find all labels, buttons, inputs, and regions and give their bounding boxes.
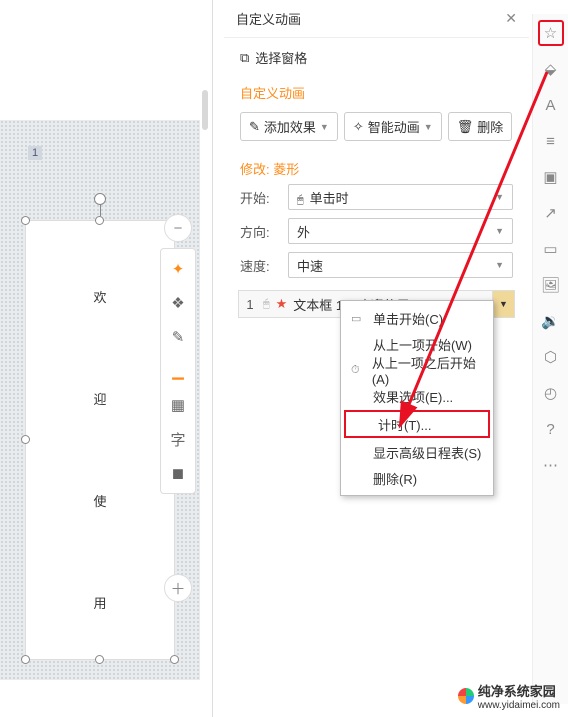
add-effect-button[interactable]: ✎添加效果▼ [240,112,338,141]
context-menu: ▭单击开始(C)从上一项开始(W)⏱从上一项之后开始(A)效果选项(E)...计… [340,300,494,496]
selection-pane-link[interactable]: 选择窗格 [255,48,307,67]
floating-toolbar: ✦ ❖ ✎ ▁ ▦ 字 ◼︎ [160,248,196,494]
watermark-brand: 纯净系统家园 [478,681,560,700]
sliders-icon[interactable]: ≡ [538,128,564,154]
font-icon[interactable]: A [538,92,564,118]
menu-item-label: 显示高级日程表(S) [373,443,481,462]
smart-anim-button[interactable]: ✧智能动画▼ [344,112,442,141]
zoom-in-button[interactable]: ＋ [164,574,192,602]
hex-icon[interactable]: ⬡ [538,344,564,370]
item-dropdown[interactable]: ▼ [492,291,514,317]
direction-select[interactable]: 外▼ [288,218,513,244]
menu-item-label: 删除(R) [373,469,417,488]
delete-button[interactable]: 🗑删除 [448,112,513,141]
slide-number-badge: 1 [28,146,42,160]
star-icon[interactable]: ☆ [538,20,564,46]
start-label: 开始: [240,188,280,207]
clock-icon[interactable]: ◴ [538,380,564,406]
resize-handle[interactable] [21,655,30,664]
start-select[interactable]: 🖱单击时▼ [288,184,513,210]
context-menu-item[interactable]: ⏱从上一项之后开始(A) [341,357,493,383]
image-stack-icon[interactable]: ▣ [538,164,564,190]
help-icon[interactable]: ? [538,416,564,442]
menu-item-label: 单击开始(C) [373,309,443,328]
resize-handle[interactable] [170,655,179,664]
item-index: 1 [239,297,261,312]
grid-icon[interactable]: ▦ [162,389,194,421]
lock-icon: 🖱 [263,298,270,311]
shapes-icon[interactable]: ◼︎ [162,457,194,489]
more-icon[interactable]: ⋯ [538,452,564,478]
watermark-logo-icon [458,688,474,704]
menu-item-icon: ⏱ [351,364,364,377]
window-icon[interactable]: ▭ [538,236,564,262]
watermark-url: www.yidaimei.com [478,700,560,711]
picture-icon[interactable]: 🖼 [538,272,564,298]
resize-handle[interactable] [95,655,104,664]
underline-icon[interactable]: ▁ [162,355,194,387]
effect-star-icon: ★ [276,296,288,312]
pane-divider [212,0,213,717]
selection-pane-icon: ⧉ [240,50,249,66]
menu-item-icon: ▭ [351,312,365,325]
sound-icon[interactable]: 🔉 [538,308,564,334]
direction-label: 方向: [240,222,280,241]
menu-item-label: 计时(T)... [378,415,431,434]
section-title: 自定义动画 [224,77,529,108]
context-menu-item[interactable]: 删除(R) [341,465,493,491]
speed-select[interactable]: 中速▼ [288,252,513,278]
char-icon[interactable]: 字 [162,423,194,455]
context-menu-item[interactable]: 显示高级日程表(S) [341,439,493,465]
pen-icon[interactable]: ✎ [162,321,194,353]
speed-label: 速度: [240,256,280,275]
context-menu-item[interactable]: 计时(T)... [344,410,490,438]
right-sidebar: ☆ ⬙ A ≡ ▣ ↗ ▭ 🖼 🔉 ⬡ ◴ ? ⋯ [532,14,568,704]
menu-item-label: 从上一项之后开始(A) [372,353,483,387]
rotate-stem [100,204,101,216]
scrollbar[interactable] [202,90,208,130]
share-icon[interactable]: ↗ [538,200,564,226]
cube-icon[interactable]: ⬙ [538,56,564,82]
menu-item-label: 效果选项(E)... [373,387,453,406]
text-frame[interactable]: 欢迎使用 [25,220,175,660]
context-menu-item[interactable]: ▭ 单击开始(C) [341,305,493,331]
layers-icon[interactable]: ❖ [162,287,194,319]
close-icon[interactable]: ✕ [505,10,517,27]
resize-handle[interactable] [21,216,30,225]
modify-title: 修改: 菱形 [224,151,529,180]
zoom-out-button[interactable]: − [164,214,192,242]
pane-title: 自定义动画 [236,9,301,28]
watermark: 纯净系统家园 www.yidaimei.com [458,681,560,711]
resize-handle[interactable] [95,216,104,225]
spark-icon[interactable]: ✦ [162,253,194,285]
menu-item-label: 从上一项开始(W) [373,335,472,354]
shape-text[interactable]: 欢迎使用 [26,231,174,639]
